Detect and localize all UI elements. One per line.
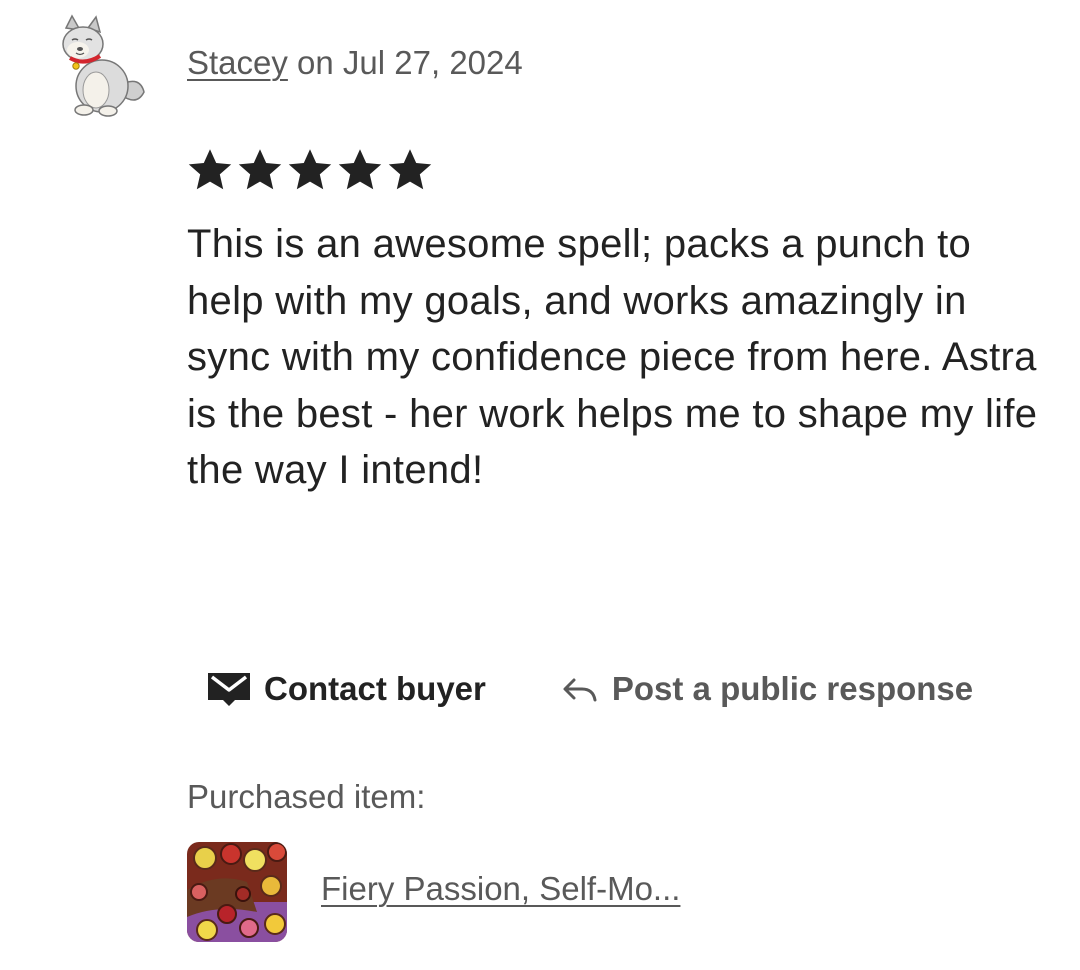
star-icon [238, 149, 282, 190]
review-text: This is an awesome spell; packs a punch … [187, 222, 1038, 492]
star-icon [338, 149, 382, 190]
post-public-response-label: Post a public response [611, 670, 974, 707]
star-rating [186, 146, 434, 194]
contact-buyer-label: Contact buyer [264, 670, 486, 707]
purchased-item-label: Purchased item: [187, 778, 426, 815]
star-icon [388, 149, 432, 190]
purchased-item-title-link[interactable]: Fiery Passion, Self-Mo... [321, 870, 680, 908]
envelope-icon [208, 673, 250, 706]
reply-arrow-icon [563, 678, 597, 702]
purchased-item-thumbnail[interactable] [187, 842, 287, 942]
star-icon [188, 149, 232, 190]
item-thumbnail-image [187, 842, 287, 942]
dog-avatar-icon [62, 14, 145, 117]
reviewer-name-link[interactable]: Stacey [187, 44, 288, 81]
review-byline: Stacey on Jul 27, 2024 [187, 44, 523, 82]
review-actions: Contact buyer Post a public response [206, 664, 973, 714]
star-icon [288, 149, 332, 190]
post-public-response-button[interactable]: Post a public response [562, 670, 973, 708]
review-date: on Jul 27, 2024 [287, 44, 523, 81]
reviewer-avatar[interactable] [52, 14, 148, 118]
contact-buyer-button[interactable]: Contact buyer [206, 670, 486, 708]
